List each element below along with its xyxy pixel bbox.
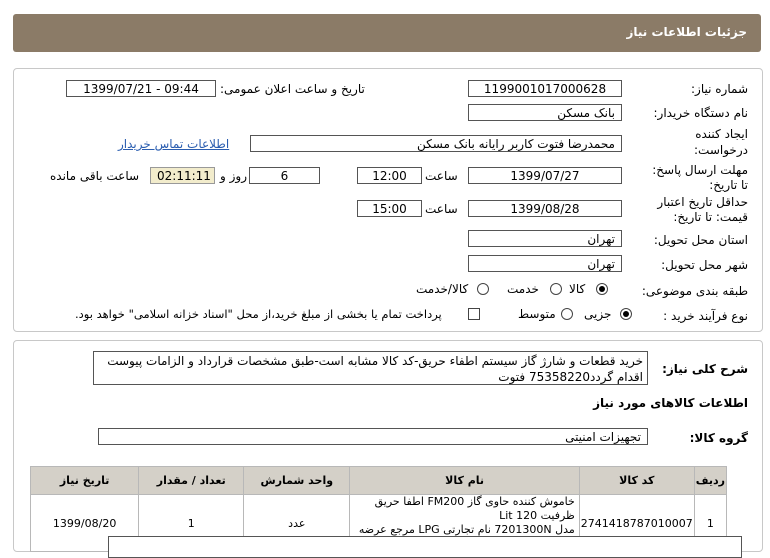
need-number-label: شماره نیاز: [691, 82, 748, 96]
buyer-label: نام دستگاه خریدار: [653, 106, 749, 120]
need-description-field[interactable]: خرید قطعات و شارژ گاز سیستم اطفاء حریق-ک… [93, 351, 648, 385]
page-title: جزئیات اطلاعات نیاز [626, 25, 747, 39]
validity-label-2: قیمت: تا تاریخ: [673, 210, 748, 224]
col-name: نام کالا [349, 466, 580, 495]
process-radio-medium[interactable] [561, 308, 573, 320]
process-radio-minor[interactable] [620, 308, 632, 320]
category-option-service: خدمت [507, 282, 539, 296]
validity-time-field[interactable]: 15:00 [357, 200, 422, 217]
buyer-field[interactable]: بانک مسکن [468, 104, 622, 121]
col-date: تاریخ نیاز [29, 466, 140, 495]
col-code: کد کالا [578, 466, 695, 495]
process-option-minor: جزیی [584, 307, 612, 321]
validity-label-1: حداقل تاریخ اعتبار [657, 195, 748, 209]
remaining-time-field: 02:11:11 [150, 167, 215, 184]
category-option-goods: کالا [569, 282, 586, 296]
need-description-label: شرح کلی نیاز: [662, 362, 748, 376]
announce-label: تاریخ و ساعت اعلان عمومی: [220, 82, 365, 96]
province-field[interactable]: تهران [468, 230, 622, 247]
category-radio-service[interactable] [550, 283, 562, 295]
cell-name-line1: خاموش کننده حاوی گاز FM200 اطفا حریق ظرف… [374, 495, 575, 522]
category-radio-goods[interactable] [596, 283, 608, 295]
creator-field[interactable]: محمدرضا فتوت کاربر رایانه بانک مسکن [250, 135, 622, 152]
goods-group-field[interactable]: تجهیزات امنیتی [98, 428, 648, 445]
creator-label-1: ایجاد کننده [695, 127, 748, 141]
deadline-date-field[interactable]: 1399/07/27 [468, 167, 622, 184]
deadline-label-1: مهلت ارسال پاسخ: [652, 163, 748, 177]
col-row: ردیف [693, 466, 728, 495]
buyer-notes-field[interactable] [108, 536, 742, 558]
deadline-label-2: تا تاریخ: [709, 178, 748, 192]
need-number-field[interactable]: 1199001017000628 [468, 80, 622, 97]
announce-field[interactable]: 1399/07/21 - 09:44 [66, 80, 216, 97]
goods-group-label: گروه کالا: [689, 431, 748, 445]
col-qty: تعداد / مقدار [138, 466, 245, 495]
city-label: شهر محل تحویل: [661, 258, 748, 272]
validity-time-label: ساعت [425, 202, 458, 216]
process-option-medium: متوسط [518, 307, 556, 321]
days-field[interactable]: 6 [249, 167, 320, 184]
city-field[interactable]: تهران [468, 255, 622, 272]
page-title-bar: جزئیات اطلاعات نیاز [13, 14, 761, 52]
payment-note: پرداخت تمام یا بخشی از مبلغ خرید،از محل … [75, 307, 442, 321]
deadline-time-label: ساعت [425, 169, 458, 183]
buyer-contact-link[interactable]: اطلاعات تماس خریدار [118, 137, 229, 151]
goods-info-title: اطلاعات کالاهای مورد نیاز [593, 396, 748, 410]
process-label: نوع فرآیند خرید : [663, 309, 748, 323]
province-label: استان محل تحویل: [653, 233, 748, 247]
creator-label-2: درخواست: [694, 143, 748, 157]
col-unit: واحد شمارش [243, 466, 351, 495]
validity-date-field[interactable]: 1399/08/28 [468, 200, 622, 217]
category-option-both: کالا/خدمت [416, 282, 469, 296]
remaining-label: ساعت باقی مانده [50, 169, 140, 183]
deadline-time-field[interactable]: 12:00 [357, 167, 422, 184]
category-radio-both[interactable] [477, 283, 489, 295]
treasury-payment-checkbox[interactable] [468, 308, 480, 320]
days-label: روز و [220, 169, 247, 183]
table-header-row: ردیف کد کالا نام کالا واحد شمارش تعداد /… [29, 466, 728, 495]
category-label: طبقه بندی موضوعی: [641, 284, 748, 298]
